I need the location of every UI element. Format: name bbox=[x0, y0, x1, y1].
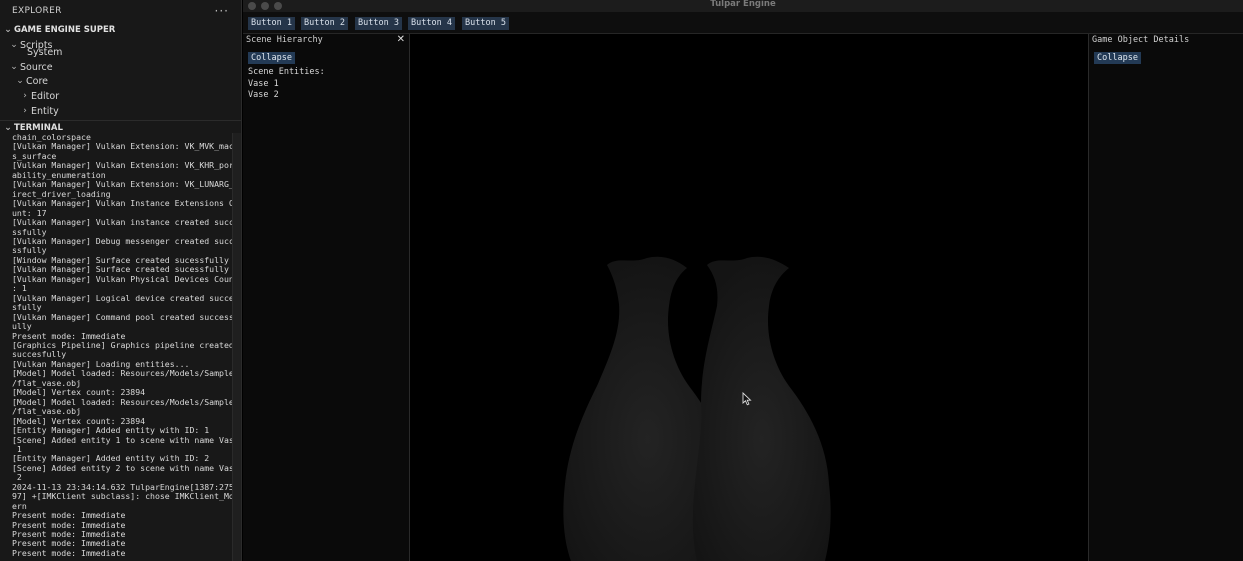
panel-title: Game Object Details bbox=[1092, 35, 1190, 45]
terminal-line: [Scene] Added entity 2 to scene with nam… bbox=[12, 462, 234, 473]
collapse-button[interactable]: Collapse bbox=[1094, 52, 1141, 64]
toolbar: Button 1 Button 2 Button 3 Button 4 Butt… bbox=[243, 12, 1243, 34]
more-actions-icon[interactable]: ··· bbox=[215, 4, 229, 18]
terminal-title: TERMINAL bbox=[14, 122, 63, 133]
terminal-line: [Vulkan Manager] Vulkan Physical Devices… bbox=[12, 273, 234, 284]
chevron-down-icon: ⌄ bbox=[4, 122, 12, 133]
scene-entities-label: Scene Entities: bbox=[248, 67, 325, 77]
tree-item-core[interactable]: ⌄ Core bbox=[14, 74, 48, 88]
window-titlebar: Tulpar Engine bbox=[243, 0, 1243, 12]
explorer-title: EXPLORER bbox=[12, 6, 62, 16]
mouse-cursor-icon bbox=[742, 392, 752, 406]
panel-title: Scene Hierarchy bbox=[246, 35, 323, 45]
tree-item-editor[interactable]: › Editor bbox=[19, 89, 59, 103]
viewport-render bbox=[563, 256, 831, 561]
terminal-section-header[interactable]: ⌄ TERMINAL bbox=[0, 120, 242, 134]
project-section[interactable]: ⌄ GAME ENGINE SUPER bbox=[0, 22, 115, 38]
entity-item-vase-1[interactable]: Vase 1 bbox=[248, 79, 279, 89]
terminal-line: [Vulkan Manager] Command pool created su… bbox=[12, 311, 234, 322]
chevron-down-icon: ⌄ bbox=[4, 25, 12, 35]
chevron-right-icon: › bbox=[23, 91, 27, 101]
toolbar-button-1[interactable]: Button 1 bbox=[248, 17, 295, 30]
project-name: GAME ENGINE SUPER bbox=[14, 25, 116, 35]
game-object-details-panel: Game Object Details Collapse bbox=[1088, 34, 1243, 561]
vase-2-mesh[interactable] bbox=[692, 256, 831, 561]
terminal-line: [Scene] Added entity 1 to scene with nam… bbox=[12, 434, 234, 445]
tree-item-label: Entity bbox=[31, 105, 59, 117]
toolbar-button-5[interactable]: Button 5 bbox=[462, 17, 509, 30]
terminal-line: [Vulkan Manager] Logical device created … bbox=[12, 292, 234, 303]
toolbar-button-2[interactable]: Button 2 bbox=[301, 17, 348, 30]
toolbar-button-3[interactable]: Button 3 bbox=[355, 17, 402, 30]
terminal-line: 97] +[IMKClient subclass]: chose IMKClie… bbox=[12, 491, 234, 502]
chevron-down-icon: ⌄ bbox=[10, 40, 18, 50]
tree-item-label: Source bbox=[20, 61, 53, 73]
engine-window: Tulpar Engine Button 1 Button 2 Button 3… bbox=[243, 0, 1243, 561]
tree-item-entity[interactable]: › Entity bbox=[19, 104, 59, 118]
scene-viewport[interactable] bbox=[411, 34, 1088, 561]
terminal-output[interactable]: chain_colorspace [Vulkan Manager] Vulkan … bbox=[12, 133, 234, 561]
collapse-button[interactable]: Collapse bbox=[248, 52, 295, 64]
tree-item-label: Editor bbox=[31, 90, 60, 102]
toolbar-button-4[interactable]: Button 4 bbox=[408, 17, 455, 30]
tree-item-label: System bbox=[27, 46, 63, 58]
tree-item-label: Core bbox=[26, 75, 48, 87]
chevron-down-icon: ⌄ bbox=[16, 76, 24, 86]
tree-item-system[interactable]: System bbox=[27, 46, 62, 58]
explorer-sidebar: EXPLORER ··· ⌄ GAME ENGINE SUPER ⌄ Scrip… bbox=[0, 0, 242, 561]
chevron-down-icon: ⌄ bbox=[10, 62, 18, 72]
window-title: Tulpar Engine bbox=[710, 0, 776, 9]
entity-item-vase-2[interactable]: Vase 2 bbox=[248, 90, 279, 100]
scene-hierarchy-panel: Scene Hierarchy ✕ Collapse Scene Entitie… bbox=[243, 34, 410, 561]
close-icon[interactable]: ✕ bbox=[397, 34, 405, 45]
explorer-header: EXPLORER ··· bbox=[0, 0, 241, 22]
terminal-scrollbar[interactable] bbox=[232, 133, 241, 561]
terminal-line: Present mode: Immediate bbox=[12, 547, 126, 558]
chevron-right-icon: › bbox=[23, 106, 27, 116]
tree-item-source[interactable]: ⌄ Source bbox=[8, 60, 53, 74]
